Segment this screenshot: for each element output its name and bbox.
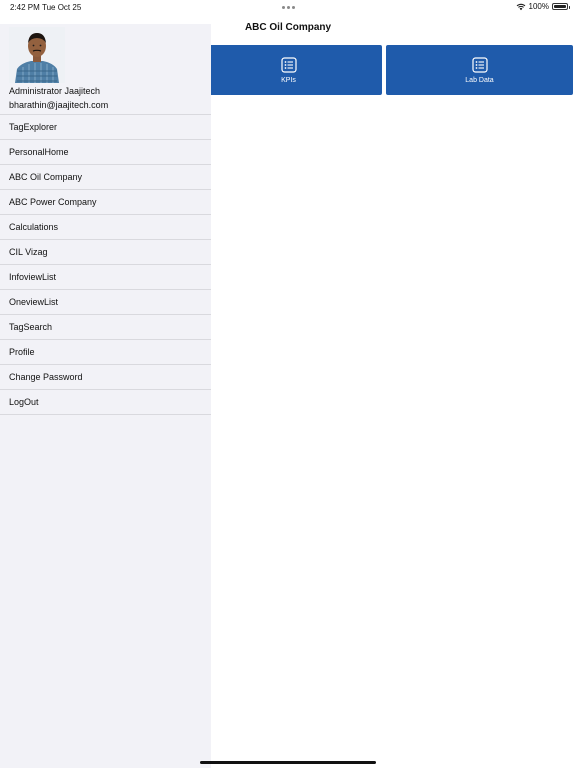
wifi-icon	[516, 3, 525, 10]
home-indicator[interactable]	[200, 761, 376, 764]
kpis-tile[interactable]: KPIs	[195, 45, 382, 95]
page-title: ABC Oil Company	[244, 22, 332, 33]
list-icon	[280, 56, 297, 73]
menu-item-oneviewlist[interactable]: OneviewList	[0, 289, 211, 314]
battery-percent: 100%	[528, 2, 549, 11]
status-date: Tue Oct 25	[42, 3, 82, 12]
menu-item-profile[interactable]: Profile	[0, 339, 211, 364]
side-drawer: Administrator Jaajitech bharathin@jaajit…	[0, 24, 211, 768]
menu-item-personalhome[interactable]: PersonalHome	[0, 139, 211, 164]
menu-item-infoviewlist[interactable]: InfoviewList	[0, 264, 211, 289]
status-right: 100%	[516, 2, 570, 11]
avatar[interactable]	[9, 27, 65, 83]
status-time: 2:42 PM	[10, 3, 40, 12]
user-avatar-icon	[9, 27, 65, 83]
menu-item-cil-vizag[interactable]: CIL Vizag	[0, 239, 211, 264]
drawer-menu: TagExplorer PersonalHome ABC Oil Company…	[0, 114, 211, 415]
tile-label: KPIs	[281, 76, 296, 84]
user-name: Administrator Jaajitech	[9, 86, 101, 96]
menu-item-change-password[interactable]: Change Password	[0, 364, 211, 389]
battery-icon	[552, 3, 570, 10]
multitasking-dots-icon[interactable]	[282, 6, 295, 9]
list-icon	[471, 56, 488, 73]
tile-label: Lab Data	[465, 76, 494, 84]
menu-item-abc-oil-company[interactable]: ABC Oil Company	[0, 164, 211, 189]
menu-item-abc-power-company[interactable]: ABC Power Company	[0, 189, 211, 214]
user-email: bharathin@jaajitech.com	[9, 100, 109, 110]
menu-item-logout[interactable]: LogOut	[0, 389, 211, 415]
menu-item-calculations[interactable]: Calculations	[0, 214, 211, 239]
lab-data-tile[interactable]: Lab Data	[386, 45, 573, 95]
menu-item-tagexplorer[interactable]: TagExplorer	[0, 114, 211, 139]
menu-item-tagsearch[interactable]: TagSearch	[0, 314, 211, 339]
status-bar: 2:42 PM Tue Oct 25 100%	[0, 0, 576, 14]
